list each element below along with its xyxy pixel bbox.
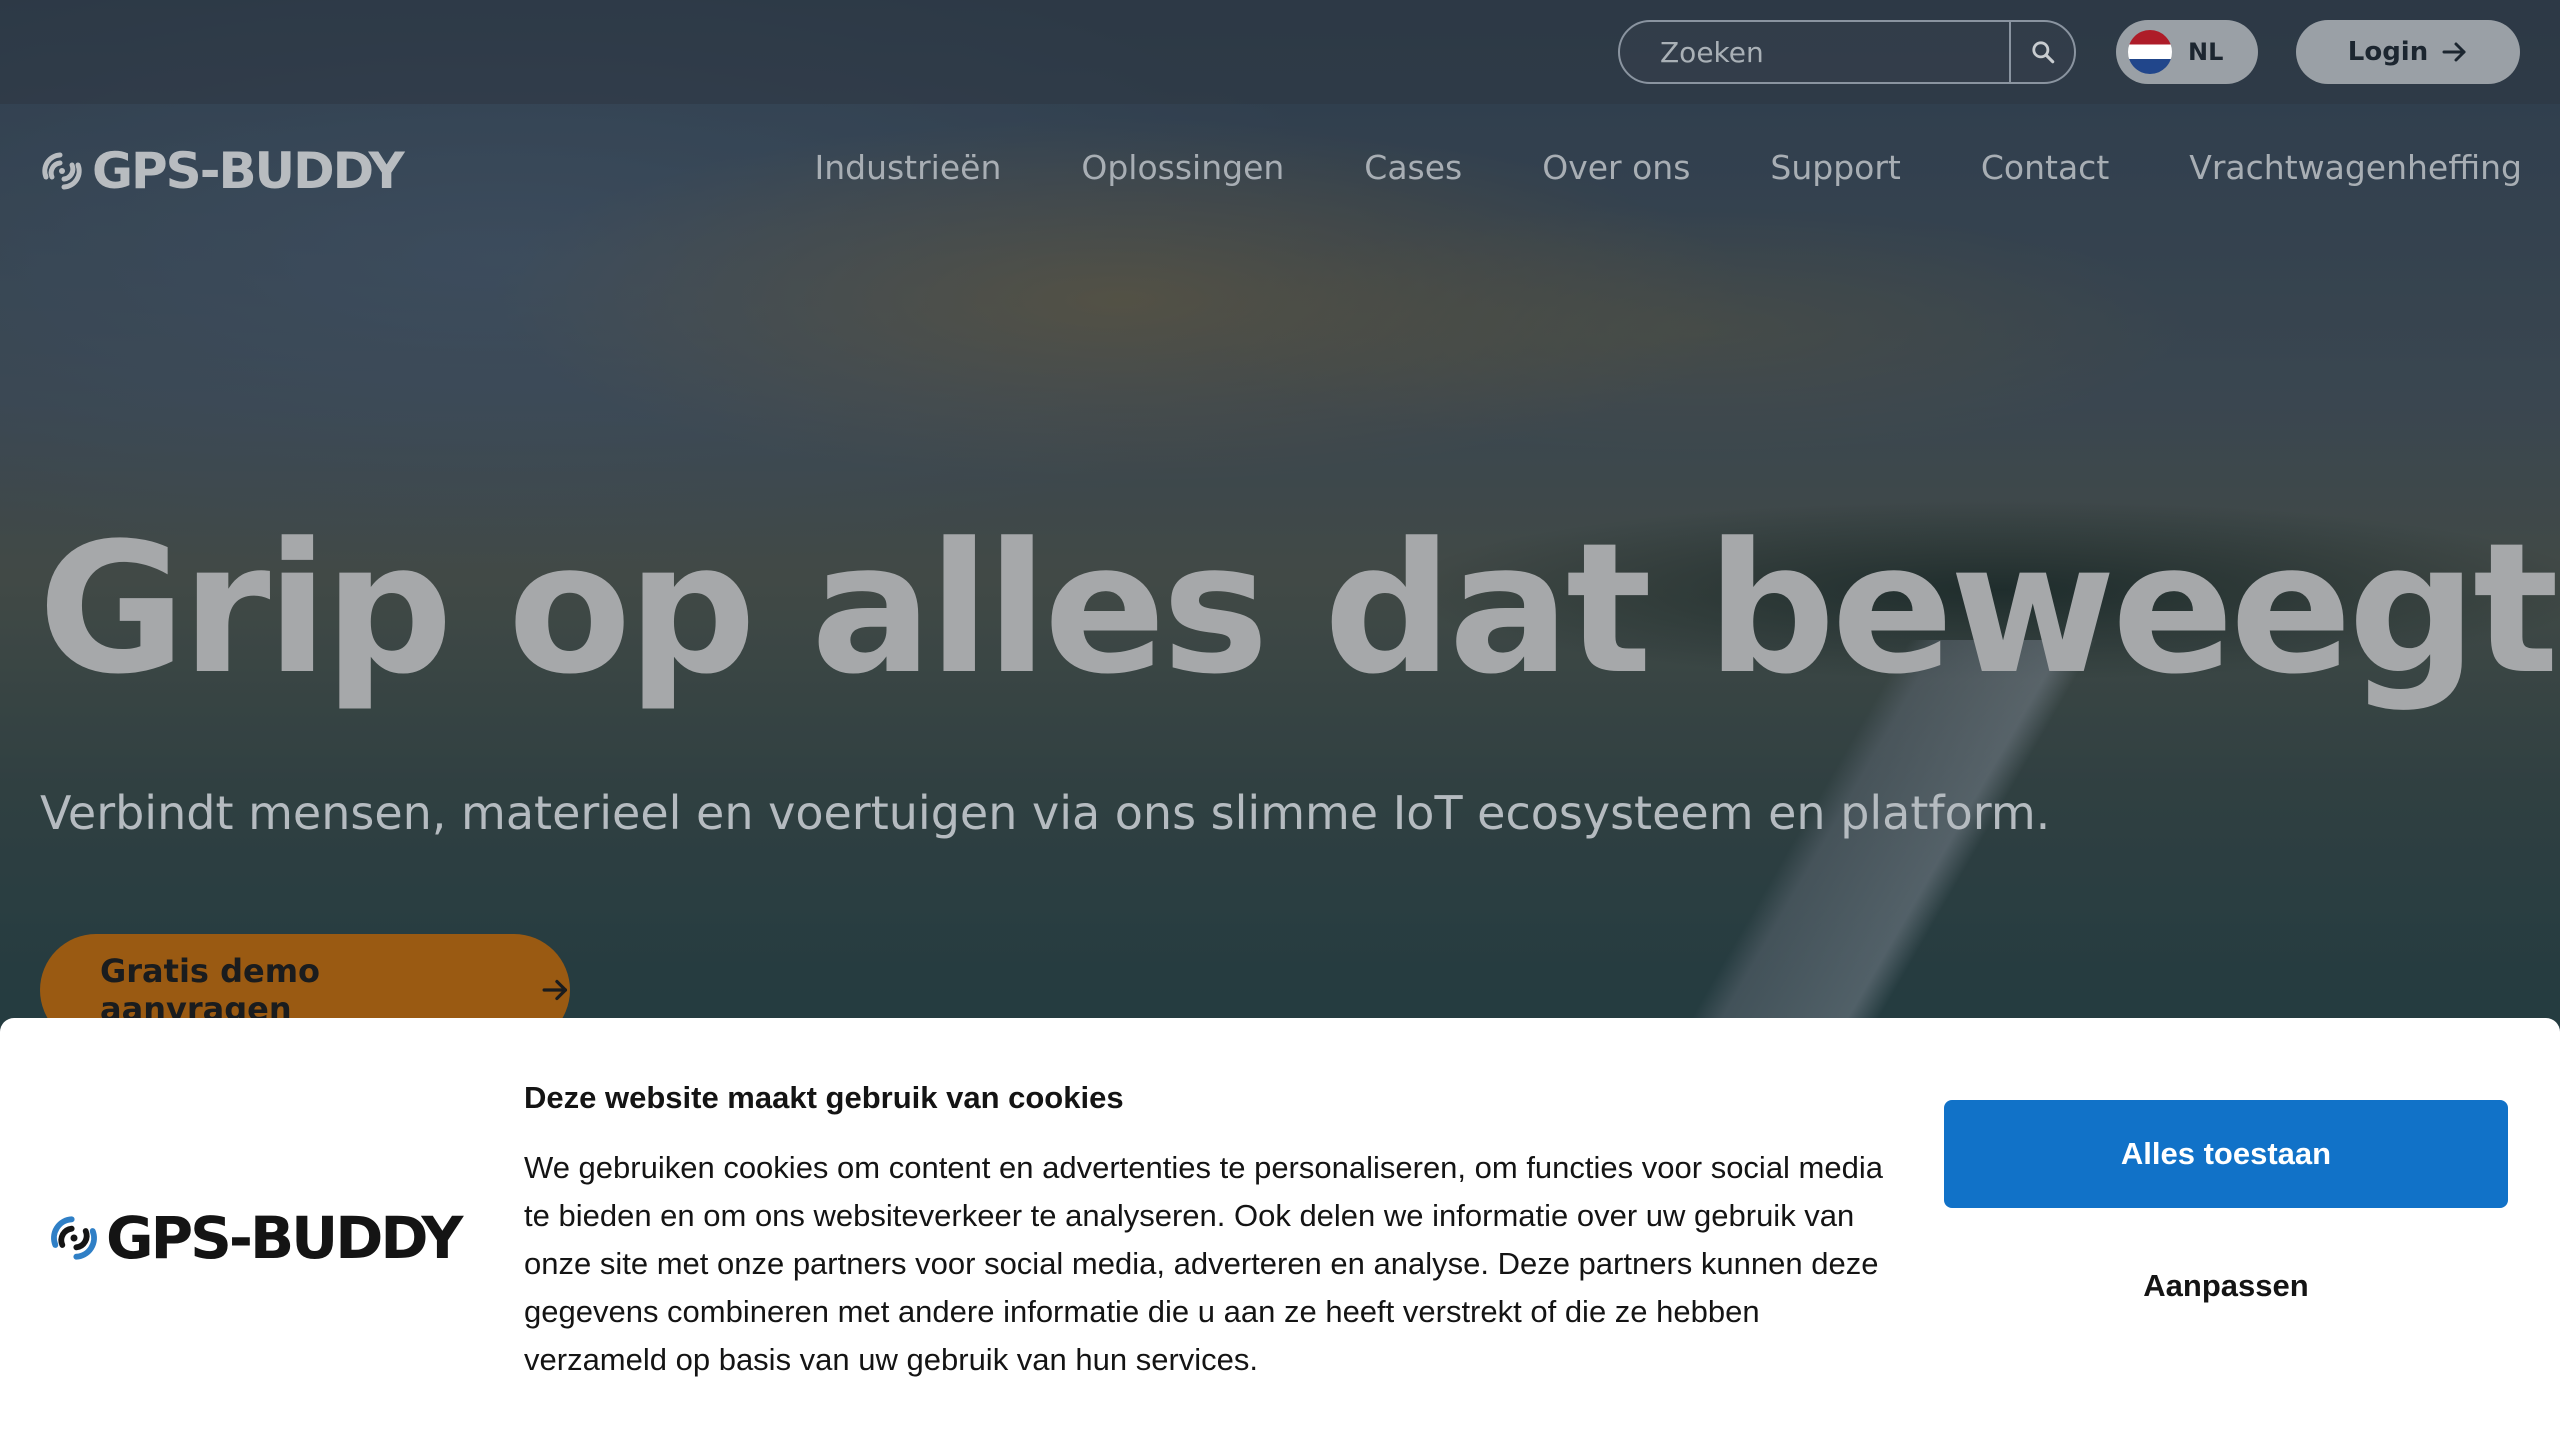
gps-buddy-logo-icon: [51, 1216, 97, 1260]
logo-text: GPS-BUDDY: [92, 142, 405, 200]
language-code: NL: [2188, 38, 2224, 66]
demo-request-label: Gratis demo aanvragen: [100, 952, 321, 1028]
gps-buddy-logo-icon: [42, 152, 82, 190]
nav-item-vrachtwagenheffing[interactable]: Vrachtwagenheffing: [2189, 148, 2522, 187]
language-switcher[interactable]: NL: [2116, 20, 2258, 84]
hero-headline: Grip op alles dat beweegt: [38, 505, 2559, 714]
nav-item-contact[interactable]: Contact: [1981, 148, 2109, 187]
search-input[interactable]: [1620, 22, 2009, 82]
search-button[interactable]: [2009, 22, 2074, 82]
login-button[interactable]: Login: [2296, 20, 2520, 84]
arrow-right-icon: [2442, 42, 2466, 62]
cookie-banner-title: Deze website maakt gebruik van cookies: [524, 1080, 1124, 1115]
arrow-right-icon: [542, 979, 568, 1001]
nav-item-industrieen[interactable]: Industrieën: [814, 148, 1001, 187]
cookie-banner: GPS-BUDDY Deze website maakt gebruik van…: [0, 1018, 2560, 1440]
nav-item-cases[interactable]: Cases: [1364, 148, 1462, 187]
accept-all-cookies-button[interactable]: Alles toestaan: [1944, 1100, 2508, 1208]
hero-subline: Verbindt mensen, materieel en voertuigen…: [40, 786, 2051, 840]
cookie-banner-body: We gebruiken cookies om content en adver…: [524, 1150, 1883, 1377]
search-icon: [2031, 41, 2054, 64]
main-nav: Industrieën Oplossingen Cases Over ons S…: [734, 148, 2522, 187]
customize-label: Aanpassen: [2143, 1268, 2309, 1303]
nl-flag-icon: [2128, 30, 2172, 74]
nav-item-over-ons[interactable]: Over ons: [1542, 148, 1690, 187]
nav-item-oplossingen[interactable]: Oplossingen: [1081, 148, 1284, 187]
cookie-banner-logo: GPS-BUDDY: [46, 1204, 463, 1272]
search-box: [1618, 20, 2076, 84]
nav-item-support[interactable]: Support: [1770, 148, 1900, 187]
customize-cookies-button[interactable]: Aanpassen: [1944, 1232, 2508, 1340]
top-utility-bar: NL Login: [0, 0, 2560, 104]
accept-all-label: Alles toestaan: [2120, 1136, 2332, 1171]
brand-logo[interactable]: GPS-BUDDY: [38, 142, 405, 200]
cookie-logo-text: GPS-BUDDY: [106, 1204, 463, 1272]
login-label: Login: [2347, 37, 2429, 67]
